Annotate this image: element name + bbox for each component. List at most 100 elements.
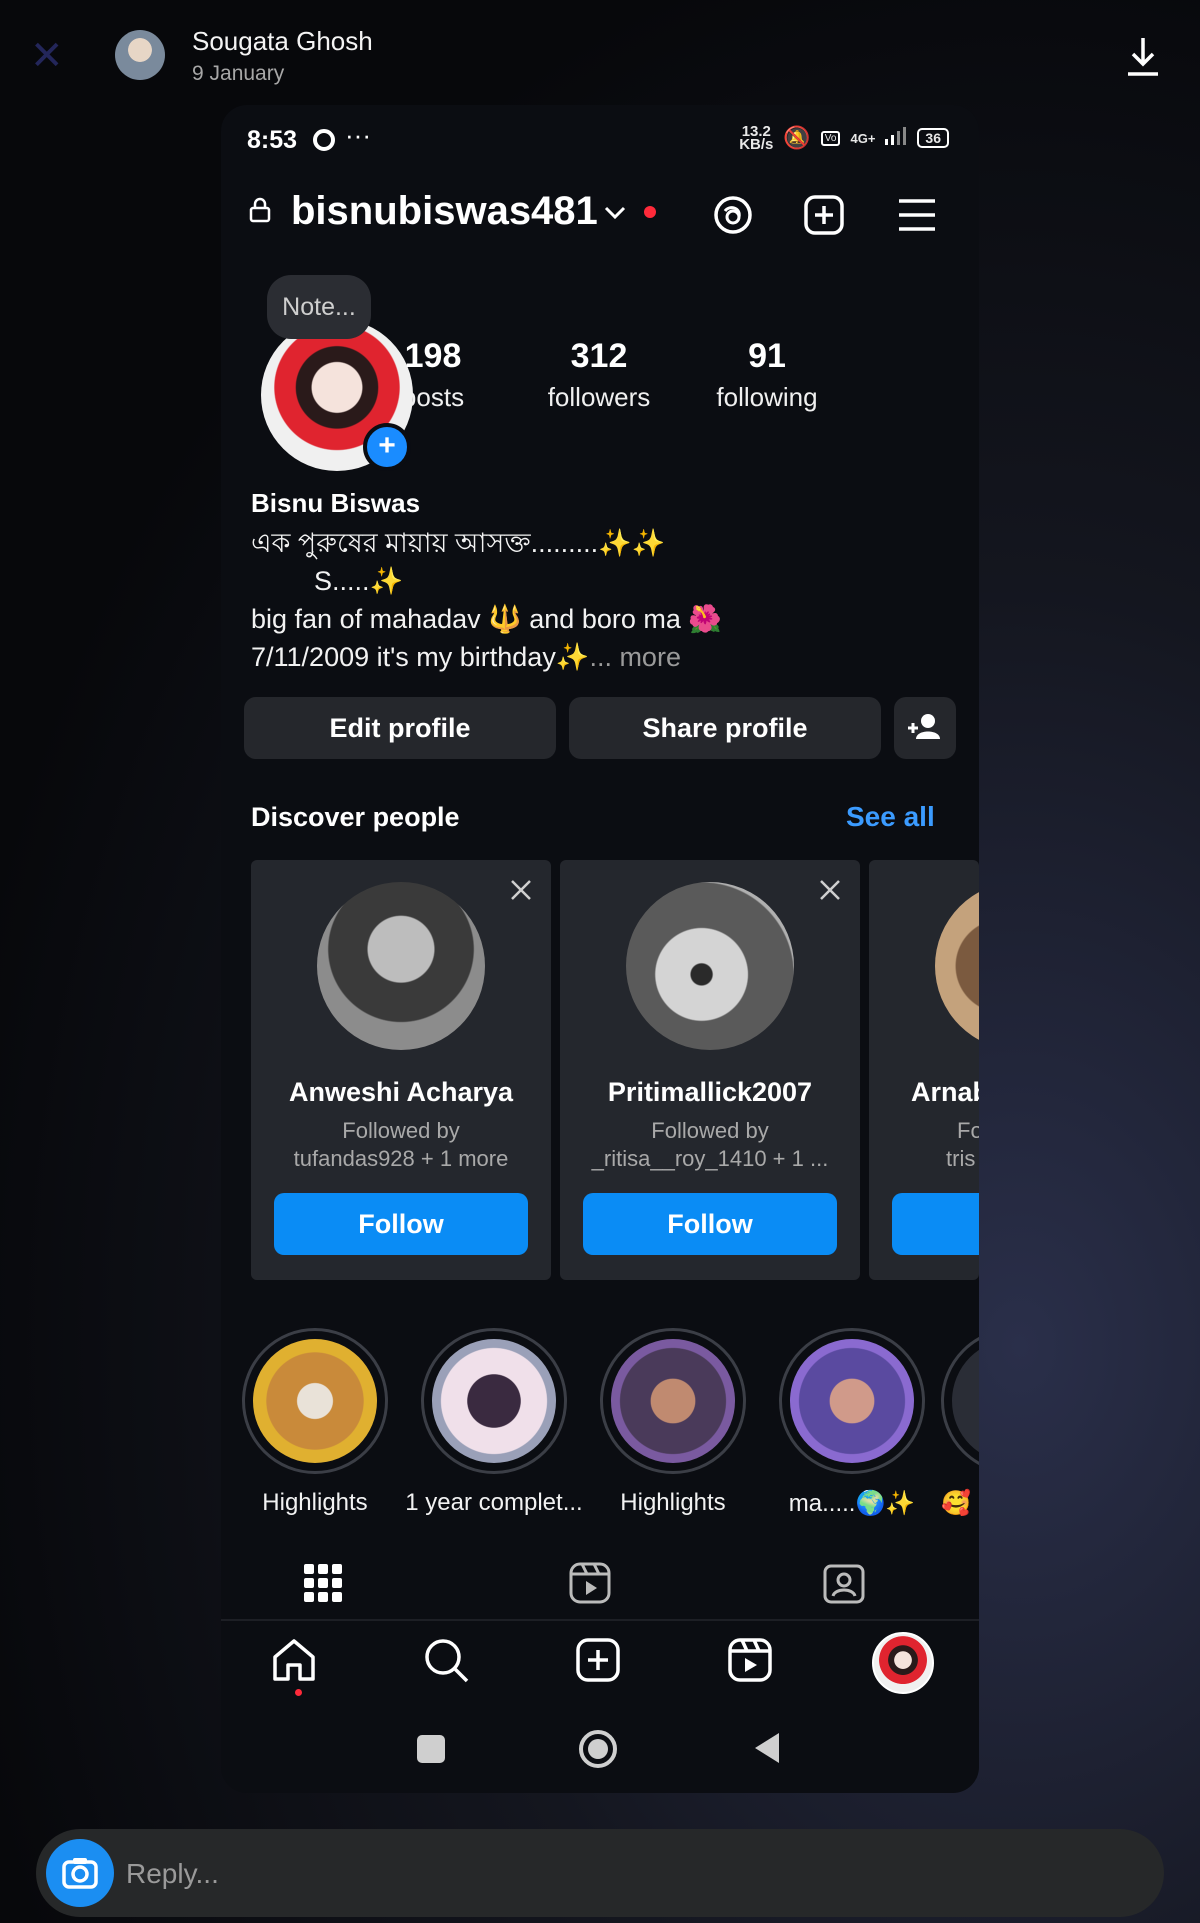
sender-avatar[interactable] [115,30,165,80]
notification-dot [644,206,656,218]
suggestion-sub: Followed by [651,1118,769,1143]
highlight-cover [432,1339,556,1463]
highlight-ring [779,1328,925,1474]
suggestion-card[interactable]: Arnab Fo tris [869,860,979,1280]
bell-off-icon: 🔕 [783,125,811,150]
menu-icon[interactable] [895,195,939,235]
highlight-label: Highlights [620,1489,726,1516]
reels-icon[interactable] [725,1635,775,1685]
home-button-icon[interactable] [579,1730,617,1768]
edit-profile-button[interactable]: Edit profile [244,697,556,759]
more-dots-icon: ··· [345,120,371,150]
status-time: 8:53 [247,126,298,154]
back-icon[interactable] [753,1731,781,1770]
stat-value: 198 [404,337,462,375]
reels-tab-icon[interactable] [567,1560,613,1606]
stat-label: posts [401,382,465,412]
follow-button[interactable] [892,1193,979,1255]
bio-line: 7/11/2009 it's my birthday✨... more [251,641,681,673]
shared-screenshot: 8:53 ··· 13.2 KB/s 🔕 Vo 4G+ 36 bisnubisw… [221,105,979,1793]
highlight-ring [421,1328,567,1474]
suggestion-name[interactable]: Pritimallick2007 [560,1077,860,1108]
recent-apps-icon[interactable] [417,1735,445,1763]
highlight-ring [941,1328,979,1474]
highlight-ring [242,1328,388,1474]
stat-label: following [716,382,818,412]
stat-value: 91 [748,337,786,375]
chevron-down-icon[interactable] [603,203,627,223]
camera-icon[interactable] [46,1839,114,1907]
stat-label: followers [547,382,651,412]
suggestion-name[interactable]: Arnab [911,1077,979,1108]
highlight-item[interactable]: Highlights [583,1328,763,1517]
bio-line: big fan of mahadav 🔱 and boro ma 🌺 [251,604,722,634]
discover-title: Discover people [251,802,460,832]
note-bubble[interactable]: Note... [267,275,371,339]
bio-line: এক পুরুষের মায়ায় আসক্ত.........✨✨ [251,528,666,558]
circle-status-icon [313,129,335,151]
stat-followers[interactable]: 312 followers [529,337,669,413]
search-icon[interactable] [421,1635,471,1685]
close-icon[interactable]: ✕ [30,36,66,76]
suggestion-name[interactable]: Anweshi Acharya [251,1077,551,1108]
reply-input[interactable]: Reply... [126,1858,219,1890]
create-icon[interactable] [573,1635,623,1685]
tagged-icon[interactable] [821,1560,867,1606]
download-icon[interactable] [1125,34,1161,78]
new-post-icon[interactable] [802,193,846,237]
signal-icon [885,127,907,149]
volte-icon: Vo [820,130,841,146]
bio-line-text: 7/11/2009 it's my birthday✨ [251,642,590,672]
highlight-label: 1 year complet... [405,1489,583,1516]
nav-profile-avatar[interactable] [872,1632,934,1694]
see-all-link[interactable]: See all [846,801,935,833]
bio-line: S.....✨ [314,566,404,596]
highlight-item[interactable]: Highlights [225,1328,405,1517]
display-name: Bisnu Biswas [251,488,421,518]
threads-icon[interactable] [711,193,755,237]
network-type: 4G+ [850,130,876,146]
highlight-cover [611,1339,735,1463]
stat-following[interactable]: 91 following [697,337,837,413]
highlight-label: Highlights [262,1489,368,1516]
stat-value: 312 [570,337,628,375]
suggestion-card[interactable]: Anweshi Acharya Followed by tufandas928 … [251,860,551,1280]
bio-more-link[interactable]: ... more [589,642,681,672]
home-notification-dot [295,1689,302,1696]
highlight-cover [952,1339,979,1463]
profile-username[interactable]: bisnubiswas481 [291,189,598,234]
highlight-label: 🥰 [941,1490,971,1517]
suggestion-sub: tufandas928 + 1 more [293,1146,509,1171]
add-person-icon[interactable] [894,697,956,759]
highlight-ring [600,1328,746,1474]
highlight-cover [790,1339,914,1463]
highlight-label: ma.....🌍✨ [788,1490,916,1517]
follow-button[interactable]: Follow [274,1193,528,1255]
highlight-cover [253,1339,377,1463]
suggestion-sub: tris [946,1146,976,1171]
highlight-item[interactable]: 1 year complet... [404,1328,584,1517]
home-button-inner [588,1739,608,1759]
home-icon[interactable] [269,1635,319,1685]
status-icons: 13.2 KB/s 🔕 Vo 4G+ 36 [739,124,949,153]
grid-icon[interactable] [300,1560,346,1606]
dismiss-icon[interactable] [818,878,842,902]
highlight-item[interactable]: 🥰 [941,1328,979,1518]
suggestion-sub: Fo [957,1118,979,1143]
story-date: 9 January [192,62,285,85]
lock-icon [249,197,271,223]
share-profile-button[interactable]: Share profile [569,697,881,759]
highlight-item[interactable]: ma.....🌍✨ [762,1328,942,1518]
suggestion-card[interactable]: Pritimallick2007 Followed by _ritisa__ro… [560,860,860,1280]
dismiss-icon[interactable] [509,878,533,902]
suggestion-avatar[interactable] [935,882,979,1050]
divider [221,1619,979,1621]
stat-posts[interactable]: 198 posts [363,337,503,413]
follow-button[interactable]: Follow [583,1193,837,1255]
net-speed-unit: KB/s [739,136,774,153]
suggestion-avatar[interactable] [317,882,485,1050]
sender-name: Sougata Ghosh [192,26,373,56]
add-story-icon[interactable]: + [363,423,411,471]
battery-icon: 36 [917,128,949,148]
suggestion-avatar[interactable] [626,882,794,1050]
